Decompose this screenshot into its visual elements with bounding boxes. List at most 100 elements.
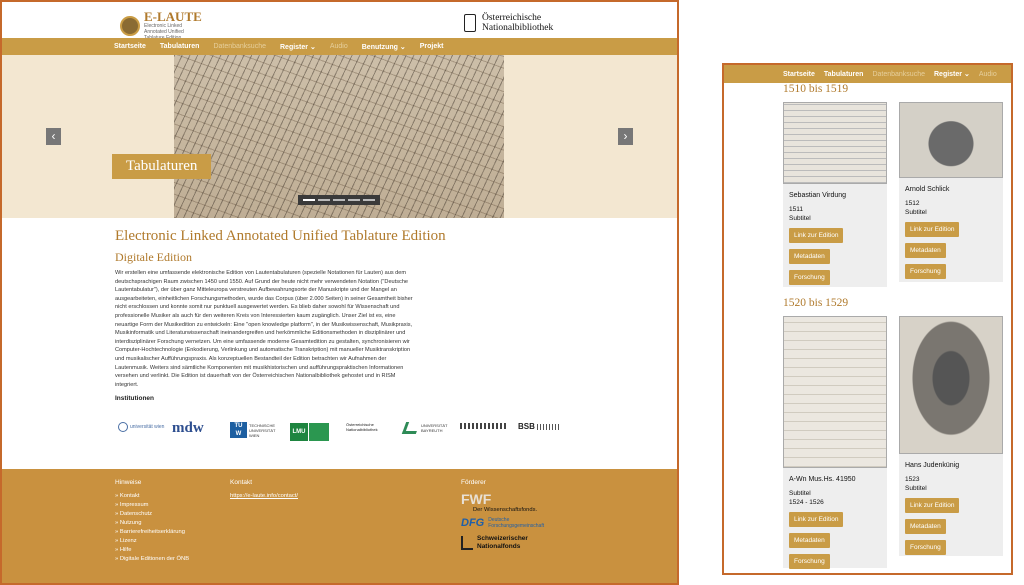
edition-thumbnail[interactable] — [899, 102, 1003, 178]
section-heading: 1510 bis 1519 — [783, 83, 849, 95]
edition-thumbnail[interactable] — [783, 316, 887, 468]
institution-name: mdw — [172, 420, 204, 436]
institution-logo-bsb[interactable]: BSB — [518, 422, 561, 431]
research-button[interactable]: Forschung — [789, 554, 830, 569]
carousel-next-button[interactable]: › — [618, 128, 633, 145]
onb-logo[interactable]: Österreichische Nationalbibliothek — [464, 13, 553, 33]
fwf-logo[interactable]: FWF — [461, 492, 540, 506]
nav-benutzung[interactable]: Benutzung ⌄ — [362, 43, 406, 51]
lmu-seal-icon — [309, 423, 329, 441]
logo-title: E-LAUTE — [144, 9, 202, 24]
carousel-indicators — [298, 195, 380, 205]
uniwien-seal-icon — [118, 422, 128, 432]
footer-link[interactable]: » Kontakt — [115, 492, 189, 501]
footer-link[interactable]: » Barrierefreiheitserklärung — [115, 528, 189, 537]
research-button[interactable]: Forschung — [789, 270, 830, 285]
edition-thumbnail[interactable] — [899, 316, 1003, 454]
institution-name: LMU — [290, 423, 308, 441]
metadata-button[interactable]: Metadaten — [789, 533, 830, 548]
carousel-prev-button[interactable]: ‹ — [46, 128, 61, 145]
edition-link-button[interactable]: Link zur Edition — [789, 512, 844, 527]
institution-name: TECHNISCHE UNIVERSITÄT WIEN — [249, 422, 276, 438]
metadata-button[interactable]: Metadaten — [905, 243, 946, 258]
onb-line2: Nationalbibliothek — [482, 23, 554, 33]
metadata-button[interactable]: Metadaten — [789, 249, 830, 264]
e-laute-logo[interactable]: E-LAUTE Electronic Linked Annotated Unif… — [120, 9, 204, 41]
hero-carousel: ‹ › Tabulaturen — [2, 55, 677, 218]
dfg-logo[interactable]: DFG Deutsche Forschungsgemeinschaft — [461, 517, 544, 529]
institution-name: universität wien — [130, 423, 165, 430]
nav-audio[interactable]: Audio — [979, 71, 997, 78]
onb-mark-icon — [464, 14, 476, 32]
footer-foerderer-title: Förderer — [461, 479, 486, 486]
edition-subtitle: Subtitel — [789, 490, 811, 497]
snf-mark-icon — [461, 536, 473, 550]
footer-kontakt: Kontakt https://e-laute.info/contact/ — [230, 479, 298, 501]
edition-link-button[interactable]: Link zur Edition — [905, 222, 960, 237]
contact-link[interactable]: https://e-laute.info/contact/ — [230, 492, 298, 501]
main-nav: Startseite Tabulaturen Datenbanksuche Re… — [2, 38, 677, 55]
footer-link[interactable]: » Impressum — [115, 501, 189, 510]
edition-year: 1523 — [905, 476, 920, 483]
edition-link-button[interactable]: Link zur Edition — [905, 498, 960, 513]
institution-logo-bayern[interactable] — [460, 423, 508, 429]
main-content: Electronic Linked Annotated Unified Tabl… — [115, 228, 446, 403]
right-nav: Startseite Tabulaturen Datenbanksuche Re… — [724, 65, 1011, 83]
institution-logo-onb[interactable]: Österreichische Nationalbibliothek — [346, 422, 396, 432]
research-button[interactable]: Forschung — [905, 264, 946, 279]
edition-thumbnail[interactable] — [783, 102, 887, 184]
right-window: Startseite Tabulaturen Datenbanksuche Re… — [722, 63, 1013, 575]
nav-datenbanksuche[interactable]: Datenbanksuche — [872, 71, 925, 78]
nav-register-label: Register — [934, 71, 963, 78]
header: E-LAUTE Electronic Linked Annotated Unif… — [2, 2, 677, 41]
snf-name: Schweizerischer Nationalfonds — [477, 535, 528, 550]
carousel-dot[interactable] — [348, 199, 360, 201]
footer-link[interactable]: » Datenschutz — [115, 510, 189, 519]
institution-logo-mdw[interactable]: mdw — [172, 420, 204, 437]
onb-line1: Österreichische — [482, 13, 542, 23]
edition-year: 1511 — [789, 206, 803, 213]
institution-logo-tuwien[interactable]: TU W TECHNISCHE UNIVERSITÄT WIEN — [230, 422, 279, 438]
intro-text: Wir erstellen eine umfassende elektronis… — [115, 270, 413, 388]
footer-link[interactable]: » Nutzung — [115, 519, 189, 528]
nav-register[interactable]: Register ⌄ — [280, 43, 316, 51]
footer-link[interactable]: » Digitale Editionen der ÖNB — [115, 555, 189, 564]
footer-link[interactable]: » Hilfe — [115, 546, 189, 555]
edition-card: Hans Judenkünig 1523 Subtitel Link zur E… — [899, 316, 1003, 556]
snf-logo[interactable]: Schweizerischer Nationalfonds — [461, 535, 540, 551]
institution-logo-uniwien[interactable]: universität wien — [118, 422, 164, 432]
nav-projekt[interactable]: Projekt — [420, 43, 444, 50]
edition-subtitle: Subtitel — [905, 209, 927, 216]
footer-hinweise-title: Hinweise — [115, 479, 142, 486]
institution-name: BSB — [518, 422, 535, 431]
nav-audio[interactable]: Audio — [330, 43, 348, 50]
carousel-dot[interactable] — [333, 199, 345, 201]
bayreuth-mark-icon — [401, 422, 421, 434]
carousel-dot[interactable] — [303, 199, 315, 201]
research-button[interactable]: Forschung — [905, 540, 946, 555]
edition-year: 1512 — [905, 200, 920, 207]
carousel-dot[interactable] — [363, 199, 375, 201]
hero-image — [174, 55, 504, 218]
section-heading: 1520 bis 1529 — [783, 297, 849, 309]
nav-startseite[interactable]: Startseite — [783, 71, 815, 78]
page-subtitle: Digitale Edition — [115, 250, 192, 264]
nav-tabulaturen[interactable]: Tabulaturen — [160, 43, 200, 50]
edition-year: 1524 - 1526 — [789, 499, 824, 506]
nav-datenbanksuche[interactable]: Datenbanksuche — [213, 43, 266, 50]
edition-link-button[interactable]: Link zur Edition — [789, 228, 844, 243]
institution-logo-bayreuth[interactable]: UNIVERSITÄT BAYREUTH — [401, 422, 449, 434]
fwf-subtitle: Der Wissenschaftsfonds. — [473, 507, 538, 513]
institutions-heading: Institutionen — [115, 395, 154, 403]
nav-tabulaturen[interactable]: Tabulaturen — [824, 71, 864, 78]
nav-register[interactable]: Register ⌄ — [934, 70, 970, 78]
footer-link[interactable]: » Lizenz — [115, 537, 189, 546]
institution-logo-lmu[interactable]: LMU — [290, 423, 329, 441]
nav-startseite[interactable]: Startseite — [114, 43, 146, 50]
footer-hinweise: Hinweise » Kontakt » Impressum » Datensc… — [115, 479, 189, 564]
metadata-button[interactable]: Metadaten — [905, 519, 946, 534]
carousel-dot[interactable] — [318, 199, 330, 201]
edition-card: Sebastian Virdung 1511 Subtitel Link zur… — [783, 102, 887, 287]
hero-label[interactable]: Tabulaturen — [112, 154, 212, 179]
institution-name: Österreichische Nationalbibliothek — [346, 422, 378, 432]
